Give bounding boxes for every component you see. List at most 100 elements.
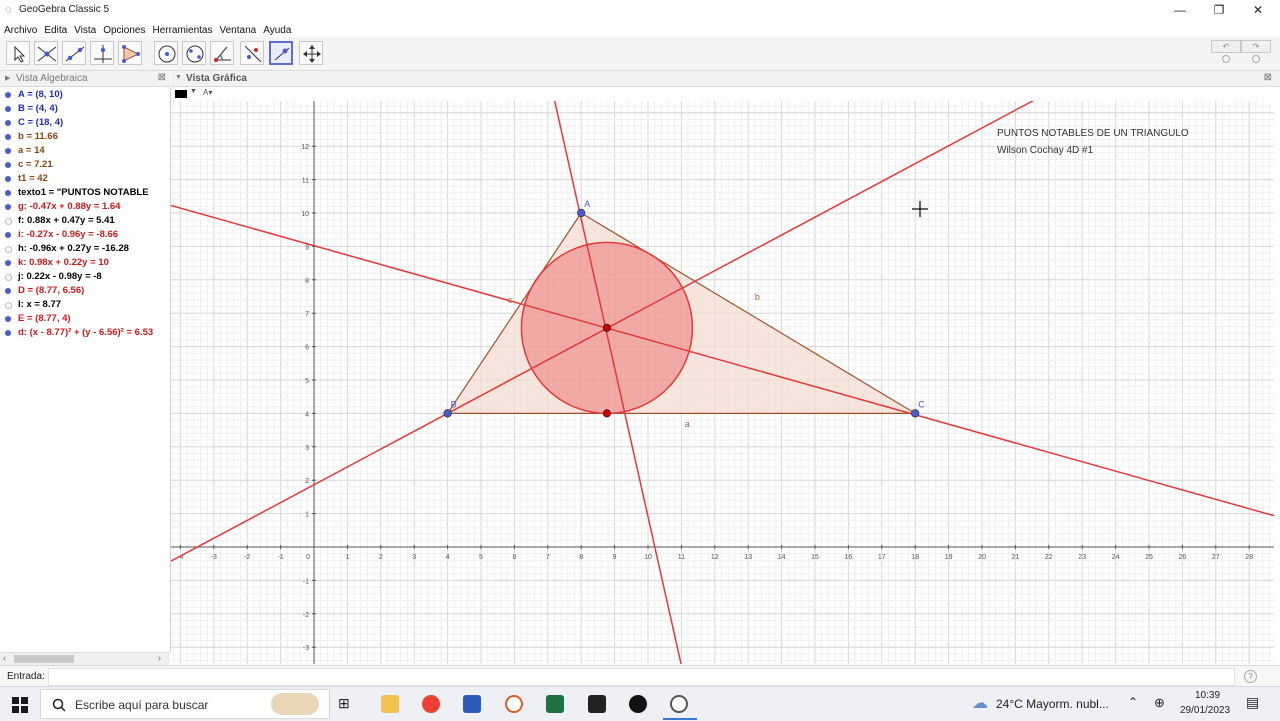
tray-chevron-icon[interactable]: ⌃ bbox=[1128, 695, 1138, 709]
word-icon[interactable] bbox=[463, 695, 481, 713]
visibility-toggle-icon[interactable] bbox=[5, 274, 12, 281]
taskbar-search-box[interactable]: Escribe aquí para buscar bbox=[40, 689, 330, 719]
undo-button[interactable]: ↶ bbox=[1211, 40, 1241, 53]
algebra-item[interactable]: b = 11.66 bbox=[0, 130, 170, 144]
algebra-item[interactable]: A = (8, 10) bbox=[0, 88, 170, 102]
clock-date[interactable]: 29/01/2023 bbox=[1180, 705, 1230, 716]
algebra-item[interactable]: E = (8.77, 4) bbox=[0, 312, 170, 326]
graphics-text-author[interactable]: Wilson Cochay 4D #1 bbox=[997, 145, 1093, 156]
close-view-icon[interactable]: ⊠ bbox=[158, 72, 166, 83]
graphics-canvas[interactable]: -4 -3 -2 -1 1 2 3 4 5 6 7 8 9 10 11 12 13 14 15 16 17 18 19 20 2… bbox=[171, 101, 1274, 664]
visibility-toggle-icon[interactable] bbox=[5, 302, 12, 309]
visibility-toggle-icon[interactable] bbox=[5, 106, 11, 112]
visibility-toggle-icon[interactable] bbox=[5, 260, 11, 266]
algebra-item[interactable]: texto1 = "PUNTOS NOTABLE bbox=[0, 186, 170, 200]
weather-text[interactable]: 24°C Mayorm. nubl... bbox=[996, 697, 1109, 711]
graphics-text-title[interactable]: PUNTOS NOTABLES DE UN TRIANGULO bbox=[997, 128, 1189, 139]
move-graphics-tool-button[interactable] bbox=[299, 41, 323, 65]
algebra-item[interactable]: h: -0.96x + 0.27y = -16.28 bbox=[0, 242, 170, 256]
polygon-tool-button[interactable] bbox=[118, 41, 142, 65]
visibility-toggle-icon[interactable] bbox=[5, 232, 11, 238]
visibility-toggle-icon[interactable] bbox=[5, 316, 11, 322]
notifications-icon[interactable]: ▤ bbox=[1246, 694, 1259, 711]
visibility-toggle-icon[interactable] bbox=[5, 218, 12, 225]
algebra-item[interactable]: B = (4, 4) bbox=[0, 102, 170, 116]
algebra-item[interactable]: f: 0.88x + 0.47y = 5.41 bbox=[0, 214, 170, 228]
close-button[interactable]: ✕ bbox=[1240, 0, 1276, 20]
circle-tool-button[interactable] bbox=[154, 41, 178, 65]
plot-svg[interactable]: -4 -3 -2 -1 1 2 3 4 5 6 7 8 9 10 11 12 13 14 15 16 17 18 19 20 2… bbox=[171, 101, 1274, 664]
algebra-item[interactable]: i: -0.27x - 0.96y = -8.66 bbox=[0, 228, 170, 242]
x-tick-label: -3 bbox=[211, 554, 217, 561]
obs-icon[interactable] bbox=[629, 695, 647, 713]
algebra-item[interactable]: g: -0.47x + 0.88y = 1.64 bbox=[0, 200, 170, 214]
menu-herramientas[interactable]: Herramientas bbox=[148, 22, 215, 36]
visibility-toggle-icon[interactable] bbox=[5, 148, 11, 154]
angle-tool-button[interactable] bbox=[210, 41, 234, 65]
color-swatch[interactable] bbox=[175, 90, 187, 98]
scroll-thumb[interactable] bbox=[14, 655, 74, 663]
menu-archivo[interactable]: Archivo bbox=[0, 22, 40, 36]
collapse-triangle-icon[interactable]: ▶ bbox=[5, 74, 10, 82]
x-tick-label: 12 bbox=[711, 554, 719, 561]
weather-icon[interactable]: ☁ bbox=[972, 693, 988, 713]
algebra-item[interactable]: c = 7.21 bbox=[0, 158, 170, 172]
visibility-toggle-icon[interactable] bbox=[5, 330, 11, 336]
maximize-button[interactable]: ❐ bbox=[1201, 0, 1237, 20]
perpendicular-tool-button[interactable] bbox=[90, 41, 114, 65]
visibility-toggle-icon[interactable] bbox=[5, 134, 11, 140]
help-dot-icon[interactable] bbox=[1252, 55, 1260, 63]
visibility-toggle-icon[interactable] bbox=[5, 190, 11, 196]
visibility-toggle-icon[interactable] bbox=[5, 120, 11, 126]
algebra-item[interactable]: l: x = 8.77 bbox=[0, 298, 170, 312]
collapse-triangle-icon[interactable]: ▼ bbox=[175, 74, 182, 81]
algebra-item[interactable]: a = 14 bbox=[0, 144, 170, 158]
algebra-item[interactable]: j: 0.22x - 0.98y = -8 bbox=[0, 270, 170, 284]
menu-ayuda[interactable]: Ayuda bbox=[259, 22, 294, 36]
clock-time[interactable]: 10:39 bbox=[1195, 690, 1220, 701]
minimize-button[interactable]: — bbox=[1162, 0, 1198, 20]
move-tool-button[interactable] bbox=[6, 41, 30, 65]
visibility-toggle-icon[interactable] bbox=[5, 288, 11, 294]
input-field[interactable] bbox=[48, 668, 1235, 686]
excel-icon[interactable] bbox=[546, 695, 564, 713]
scroll-right-icon[interactable]: › bbox=[158, 653, 161, 663]
algebra-item[interactable]: t1 = 42 bbox=[0, 172, 170, 186]
graphics-vertical-scrollbar[interactable] bbox=[1274, 87, 1280, 664]
algebra-item[interactable]: k: 0.98x + 0.22y = 10 bbox=[0, 256, 170, 270]
chrome-icon[interactable] bbox=[422, 695, 440, 713]
menu-ventana[interactable]: Ventana bbox=[216, 22, 260, 36]
file-explorer-icon[interactable] bbox=[381, 695, 399, 713]
menu-edita[interactable]: Edita bbox=[40, 22, 70, 36]
visibility-toggle-icon[interactable] bbox=[5, 162, 11, 168]
algebra-item[interactable]: d: (x - 8.77)² + (y - 6.56)² = 6.53 bbox=[0, 326, 170, 340]
input-help-icon[interactable]: ? bbox=[1244, 670, 1257, 683]
geogebra-taskbar-icon[interactable] bbox=[670, 695, 688, 713]
redo-button[interactable]: ↷ bbox=[1241, 40, 1271, 53]
point-tool-button[interactable] bbox=[34, 41, 58, 65]
algebra-item[interactable]: D = (8.77, 6.56) bbox=[0, 284, 170, 298]
task-view-icon[interactable]: ⊞ bbox=[338, 695, 350, 712]
close-view-icon[interactable]: ⊠ bbox=[1264, 72, 1272, 83]
reflect-tool-button[interactable] bbox=[240, 41, 264, 65]
menu-opciones[interactable]: Opciones bbox=[99, 22, 148, 36]
sticky-notes-icon[interactable] bbox=[588, 695, 606, 713]
app-icon[interactable] bbox=[505, 695, 523, 713]
algebra-item[interactable]: C = (18, 4) bbox=[0, 116, 170, 130]
menu-vista[interactable]: Vista bbox=[70, 22, 99, 36]
visibility-toggle-icon[interactable] bbox=[5, 92, 11, 98]
algebra-horizontal-scrollbar[interactable]: ‹ › bbox=[0, 652, 170, 665]
visibility-toggle-icon[interactable] bbox=[5, 176, 11, 182]
visibility-toggle-icon[interactable] bbox=[5, 246, 12, 253]
visibility-toggle-icon[interactable] bbox=[5, 204, 11, 210]
slider-tool-button[interactable] bbox=[269, 41, 293, 65]
windows-start-icon[interactable] bbox=[12, 697, 28, 713]
scroll-left-icon[interactable]: ‹ bbox=[3, 653, 6, 663]
label-style-icon[interactable]: A▾ bbox=[203, 88, 212, 97]
network-icon[interactable]: ⊕ bbox=[1154, 695, 1165, 711]
x-tick-label: 22 bbox=[1045, 554, 1053, 561]
line-tool-button[interactable] bbox=[62, 41, 86, 65]
dropdown-arrow-icon[interactable]: ▼ bbox=[190, 88, 197, 95]
settings-dot-icon[interactable] bbox=[1222, 55, 1230, 63]
ellipse-tool-button[interactable] bbox=[182, 41, 206, 65]
